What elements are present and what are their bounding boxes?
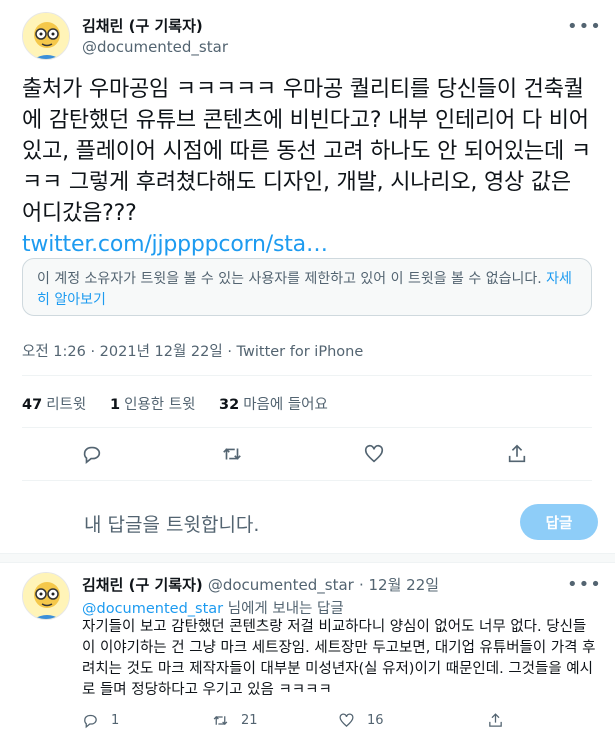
- like-icon: [339, 713, 354, 728]
- reply-author-avatar[interactable]: [22, 572, 70, 620]
- reply-like-action[interactable]: 16: [338, 712, 384, 729]
- reply-like-count: 16: [367, 713, 384, 728]
- author-avatar[interactable]: [22, 12, 70, 60]
- reply-date[interactable]: · 12월 22일: [359, 576, 439, 594]
- reply-share-action[interactable]: [487, 712, 516, 729]
- replying-to-handle[interactable]: @documented_star: [82, 601, 223, 617]
- section-separator: [0, 553, 615, 563]
- retweet-icon: [213, 716, 228, 725]
- replying-to: @documented_star 님에게 보내는 답글: [82, 597, 344, 618]
- tweet-body: 출처가 우마공임 ㅋㅋㅋㅋㅋ 우마공 퀄리티를 당신들이 건축퀄에 감탄했던 유…: [22, 77, 591, 226]
- likes-count: 32: [219, 397, 240, 413]
- likes-label: 마음에 들어요: [243, 397, 328, 413]
- share-icon: [489, 713, 502, 727]
- avatar-illustration-icon: [23, 13, 69, 59]
- restricted-tweet-notice: 이 계정 소유자가 트윗을 볼 수 있는 사용자를 제한하고 있어 이 트윗을 …: [22, 258, 592, 316]
- author-handle[interactable]: @documented_star: [82, 38, 228, 56]
- quotes-count: 1: [110, 397, 121, 413]
- reply-author-name[interactable]: 김채린 (구 기록자): [82, 576, 203, 594]
- reply-text: 자기들이 보고 감탄했던 콘텐츠랑 저걸 비교하다니 양심이 없어도 너무 없다…: [82, 619, 596, 698]
- quotes-stat[interactable]: 1 인용한 트윗: [110, 393, 195, 414]
- reply-retweet-count: 21: [241, 713, 258, 728]
- tweet-text: 출처가 우마공임 ㅋㅋㅋㅋㅋ 우마공 퀄리티를 당신들이 건축퀄에 감탄했던 유…: [22, 74, 592, 260]
- retweets-label: 리트윗: [46, 397, 87, 413]
- quotes-label: 인용한 트윗: [124, 397, 196, 413]
- reply-count: 1: [111, 713, 120, 728]
- reply-author-handle[interactable]: @documented_star: [208, 576, 354, 594]
- reply-header: 김채린 (구 기록자) @documented_star · 12월 22일: [82, 574, 439, 595]
- divider: [22, 427, 592, 428]
- retweet-icon[interactable]: [220, 442, 244, 466]
- reply-icon[interactable]: [80, 442, 104, 466]
- likes-stat[interactable]: 32 마음에 들어요: [219, 393, 328, 414]
- divider: [22, 480, 592, 481]
- like-icon[interactable]: [362, 442, 386, 466]
- reply-button[interactable]: 답글: [520, 504, 598, 540]
- reply-input[interactable]: 내 답글을 트윗합니다.: [84, 510, 259, 537]
- divider: [22, 375, 592, 376]
- tweet-link[interactable]: twitter.com/jjppppcorn/sta…: [22, 232, 328, 257]
- retweets-count: 47: [22, 397, 43, 413]
- share-icon[interactable]: [505, 442, 529, 466]
- author-name[interactable]: 김채린 (구 기록자): [82, 15, 203, 36]
- notice-text: 이 계정 소유자가 트윗을 볼 수 있는 사용자를 제한하고 있어 이 트윗을 …: [37, 271, 542, 287]
- retweets-stat[interactable]: 47 리트윗: [22, 393, 86, 414]
- avatar-illustration-icon: [23, 573, 69, 619]
- more-options-icon[interactable]: •••: [567, 576, 602, 594]
- reply-reply-action[interactable]: 1: [82, 712, 119, 729]
- reply-icon: [84, 714, 97, 729]
- more-options-icon[interactable]: •••: [567, 18, 602, 36]
- replying-to-label: 님에게 보내는 답글: [227, 601, 344, 617]
- reply-retweet-action[interactable]: 21: [212, 712, 258, 729]
- tweet-timestamp[interactable]: 오전 1:26 · 2021년 12월 22일 · Twitter for iP…: [22, 340, 363, 361]
